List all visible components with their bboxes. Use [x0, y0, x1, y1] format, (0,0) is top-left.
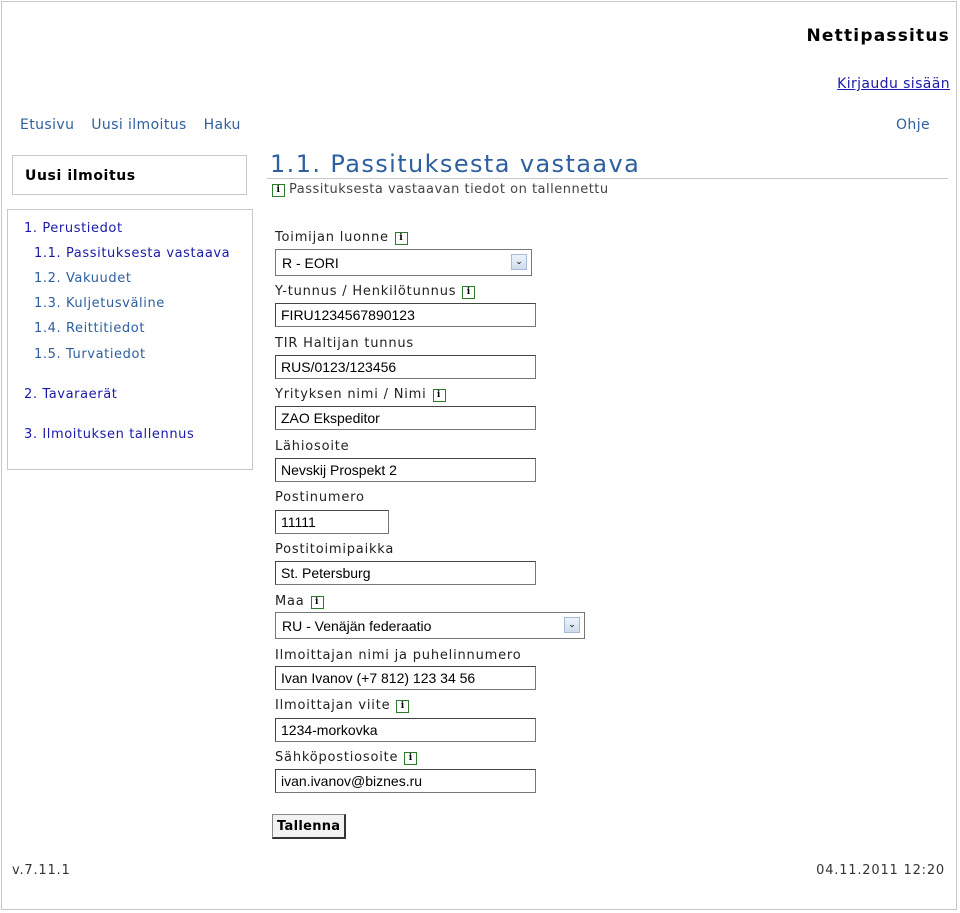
- sidebar: 1. Perustiedot 1.1. Passituksesta vastaa…: [7, 209, 253, 470]
- company-name-label: Yrityksen nimi / Nimi i: [275, 387, 446, 402]
- info-message-text: Passituksesta vastaavan tiedot on tallen…: [289, 182, 609, 197]
- city-label: Postitoimipaikka: [275, 542, 395, 557]
- company-name-field[interactable]: ZAO Ekspeditor: [275, 406, 536, 430]
- country-value: RU - Venäjän federaatio: [282, 618, 432, 634]
- sidebar-title: Uusi ilmoitus: [25, 168, 136, 184]
- info-icon: i: [272, 184, 285, 197]
- info-icon[interactable]: i: [310, 596, 324, 609]
- info-icon[interactable]: i: [404, 752, 418, 765]
- save-button[interactable]: Tallenna: [272, 814, 347, 839]
- version-text: v.7.11.1: [12, 863, 71, 878]
- sidebar-header: Uusi ilmoitus: [12, 155, 247, 195]
- street-field[interactable]: Nevskij Prospekt 2: [275, 458, 536, 482]
- operator-type-value: R - EORI: [282, 255, 339, 271]
- reference-field[interactable]: 1234-morkovka: [275, 718, 536, 742]
- nav-home-link[interactable]: Etusivu: [20, 117, 74, 133]
- info-icon[interactable]: i: [432, 389, 446, 402]
- declarant-field[interactable]: Ivan Ivanov (+7 812) 123 34 56: [275, 666, 536, 690]
- postal-code-label: Postinumero: [275, 490, 365, 505]
- help-link[interactable]: Ohje: [896, 117, 930, 133]
- email-field[interactable]: ivan.ivanov@biznes.ru: [275, 769, 536, 793]
- sidebar-item-route[interactable]: 1.4. Reittitiedot: [34, 321, 145, 336]
- datetime-text: 04.11.2011 12:20: [816, 863, 945, 878]
- tir-holder-field[interactable]: RUS/0123/123456: [275, 355, 536, 379]
- reference-label: Ilmoittajan viite i: [275, 698, 410, 713]
- app-title: Nettipassitus: [806, 26, 950, 46]
- info-icon[interactable]: i: [394, 232, 408, 245]
- operator-type-select[interactable]: R - EORI ⌄: [275, 249, 532, 276]
- email-label: Sähköpostiosoite i: [275, 750, 418, 765]
- sidebar-item-security[interactable]: 1.5. Turvatiedot: [34, 347, 146, 362]
- title-divider: [267, 178, 948, 179]
- postal-code-field[interactable]: 11111: [275, 510, 389, 534]
- business-id-field[interactable]: FIRU1234567890123: [275, 303, 536, 327]
- info-icon[interactable]: i: [396, 700, 410, 713]
- declarant-label: Ilmoittajan nimi ja puhelinnumero: [275, 648, 522, 663]
- sidebar-item-basic-info[interactable]: 1. Perustiedot: [24, 221, 123, 236]
- country-select[interactable]: RU - Venäjän federaatio ⌄: [275, 612, 585, 639]
- chevron-down-icon[interactable]: ⌄: [564, 617, 580, 633]
- chevron-down-icon[interactable]: ⌄: [511, 254, 527, 270]
- business-id-label: Y-tunnus / Henkilötunnus i: [275, 284, 476, 299]
- country-label: Maa i: [275, 594, 324, 609]
- city-field[interactable]: St. Petersburg: [275, 561, 536, 585]
- sidebar-item-save-declaration[interactable]: 3. Ilmoituksen tallennus: [24, 427, 194, 442]
- login-link[interactable]: Kirjaudu sisään: [837, 76, 950, 92]
- nav-search-link[interactable]: Haku: [204, 117, 241, 133]
- sidebar-item-guarantees[interactable]: 1.2. Vakuudet: [34, 271, 132, 286]
- info-message: i Passituksesta vastaavan tiedot on talle…: [272, 182, 609, 197]
- tir-holder-label: TIR Haltijan tunnus: [275, 336, 414, 351]
- info-icon[interactable]: i: [462, 286, 476, 299]
- street-label: Lähiosoite: [275, 439, 350, 454]
- nav-new-declaration-link[interactable]: Uusi ilmoitus: [91, 117, 186, 133]
- sidebar-item-principal[interactable]: 1.1. Passituksesta vastaava: [34, 246, 230, 261]
- sidebar-item-transport[interactable]: 1.3. Kuljetusväline: [34, 296, 165, 311]
- operator-type-label: Toimijan luonne i: [275, 230, 408, 245]
- top-nav: Etusivu Uusi ilmoitus Haku: [20, 117, 253, 133]
- sidebar-item-goods[interactable]: 2. Tavaraerät: [24, 387, 117, 402]
- page-title: 1.1. Passituksesta vastaava: [270, 150, 641, 178]
